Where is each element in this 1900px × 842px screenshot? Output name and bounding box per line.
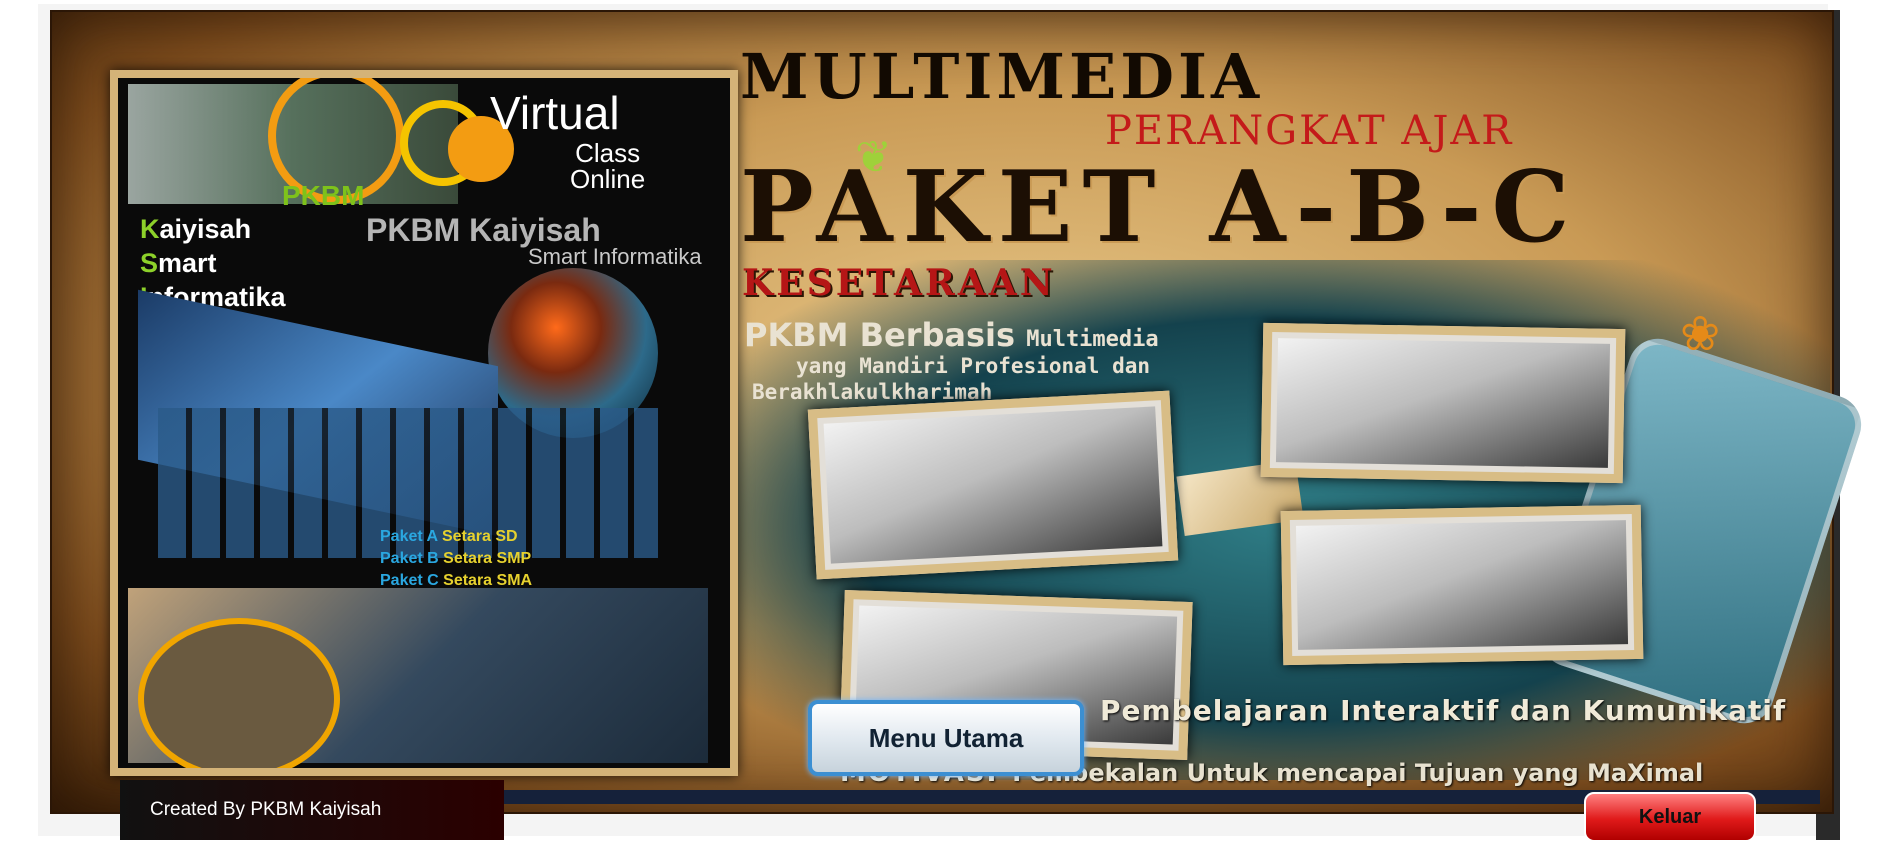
perangkat-ajar-subtitle: PERANGKAT AJAR [1105,108,1514,154]
paket-list-item: Paket A Setara SD [380,528,518,545]
description-line-2: yang Mandiri Profesional dan [796,354,1151,378]
activity-photo [1260,322,1626,484]
class-online-text: Class Online [570,138,646,194]
pkbm-label: PKBM [282,180,365,211]
promo-poster: Virtual Class Online PKBM Kaiyisah Smart… [110,70,738,776]
kaiyisah-text: aiyisah [159,214,252,244]
description-line-1: PKBM Berbasis Multimedia [744,316,1159,354]
smart-text: mart [158,248,217,278]
paket-list-item: Paket B Setara SMP [380,550,532,567]
activity-photo [807,390,1179,580]
smart-informatika-watermark: Smart Informatika [528,244,702,269]
kesetaraan-title: KESETARAAN [742,262,1056,304]
paket-abc-title: PAKET A-B-C [740,150,1580,265]
initial-k: K [140,214,160,244]
computer-room-photo [138,618,340,768]
multimedia-title: MULTIMEDIA [740,40,1264,113]
pembelajaran-tagline: Pembelajaran Interaktif dan Kumunikatif [1100,694,1787,727]
description-line-3: Berakhlakulkharimah [752,380,993,404]
butterfly-icon: ❀ [1680,306,1721,362]
virtual-heading: Virtual [490,87,620,139]
credit-label: Created By PKBM Kaiyisah [120,780,504,840]
menu-utama-button[interactable]: Menu Utama [808,700,1084,776]
initial-s: S [140,248,159,278]
paket-list: Paket A Setara SD Paket B Setara SMP Pak… [380,526,532,592]
keluar-button[interactable]: Keluar [1584,792,1756,842]
activity-photo [1280,504,1644,666]
